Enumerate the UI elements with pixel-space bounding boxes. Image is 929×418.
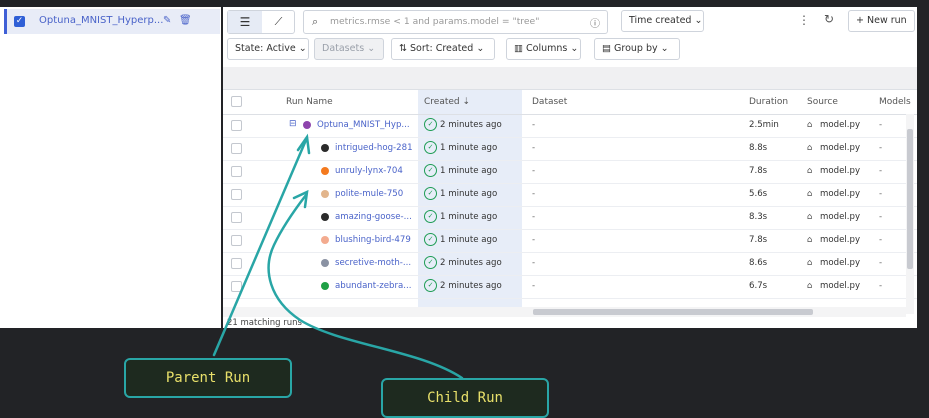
child-run-callout: Child Run — [381, 378, 549, 418]
child-arrow — [267, 193, 464, 380]
parent-run-callout: Parent Run — [124, 358, 292, 398]
parent-arrow — [212, 138, 308, 357]
child-arrowhead — [292, 189, 309, 209]
annotation-overlay — [212, 133, 464, 380]
